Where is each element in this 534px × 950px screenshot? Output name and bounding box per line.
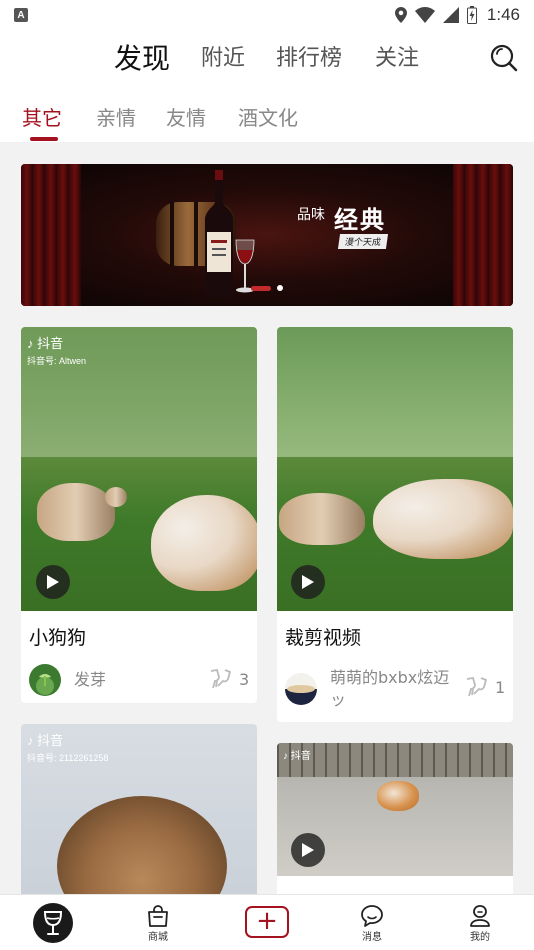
nav-home[interactable]: [33, 903, 73, 943]
douyin-watermark: ♪ 抖音: [283, 751, 311, 762]
avatar[interactable]: [29, 664, 61, 696]
subtab-friendship[interactable]: 友情: [166, 102, 206, 131]
status-bar: A 1:46: [0, 0, 534, 30]
play-button[interactable]: [291, 833, 325, 867]
nav-profile[interactable]: 我的: [440, 895, 520, 950]
pager-dot: [277, 285, 283, 291]
video-card[interactable]: ♪ 抖音 抖音号: 2112261258: [21, 724, 257, 904]
puppy-figure: [57, 796, 227, 904]
notification-badge: A: [14, 8, 28, 22]
nav-profile-label: 我的: [470, 931, 490, 943]
nav-create[interactable]: +: [245, 906, 289, 938]
douyin-watermark: ♪ 抖音 抖音号: 2112261258: [27, 733, 109, 763]
video-card[interactable]: 裁剪视频 萌萌的bxbx炫迈ッ 1: [277, 327, 513, 722]
plus-icon: +: [256, 906, 278, 936]
search-icon[interactable]: [488, 42, 520, 74]
profile-icon: [470, 904, 490, 927]
goat-figure: [37, 483, 115, 541]
play-button[interactable]: [291, 565, 325, 599]
location-icon: [394, 7, 407, 23]
video-thumbnail[interactable]: ♪ 抖音 抖音号: Altwen: [21, 327, 257, 611]
video-thumbnail[interactable]: ♪ 抖音: [277, 743, 513, 876]
subtab-other[interactable]: 其它: [22, 102, 62, 131]
chat-bubble-icon: [361, 904, 383, 927]
play-icon: [302, 575, 314, 589]
tiktok-logo-icon: ♪: [283, 751, 288, 762]
active-tab-indicator: [30, 137, 58, 141]
status-icons: 1:46: [394, 5, 520, 25]
battery-icon: [466, 6, 477, 24]
goat-figure: [279, 493, 365, 545]
cheers-icon: [210, 669, 231, 689]
curtain-right: [453, 164, 513, 306]
shopping-bag-icon: [148, 904, 168, 927]
tab-nearby[interactable]: 附近: [201, 40, 245, 72]
video-card[interactable]: ♪ 抖音 抖音号: Altwen 小狗狗 发芽 3: [21, 327, 257, 703]
banner-headline: 经典: [334, 206, 386, 234]
cheers-icon: [466, 677, 487, 697]
subtab-family[interactable]: 亲情: [96, 102, 136, 131]
play-button[interactable]: [36, 565, 70, 599]
discover-screen: A 1:46 发现 附近 排行榜 关注 其它 亲情 友情 酒文化 品味 经典 漫…: [0, 0, 534, 950]
wine-bottle-image: [205, 170, 233, 298]
top-nav: 发现 附近 排行榜 关注: [0, 30, 534, 90]
banner-pager: [251, 285, 283, 291]
tab-discover[interactable]: 发现: [114, 37, 170, 77]
subtab-wine-culture[interactable]: 酒文化: [238, 102, 298, 131]
wine-glass-icon: [43, 911, 63, 935]
dog-figure: [373, 479, 513, 559]
nav-shop[interactable]: 商城: [118, 895, 198, 950]
tiktok-logo-icon: ♪: [27, 733, 34, 748]
douyin-watermark: ♪ 抖音 抖音号: Altwen: [27, 336, 87, 366]
card-title: 小狗狗: [29, 627, 87, 649]
nav-messages[interactable]: 消息: [332, 895, 412, 950]
video-thumbnail[interactable]: ♪ 抖音 抖音号: 2112261258: [21, 724, 257, 904]
play-icon: [47, 575, 59, 589]
category-tabs: 其它 亲情 友情 酒文化: [0, 90, 534, 142]
signal-icon: [442, 7, 459, 23]
banner-slogan: 漫个天成: [337, 234, 389, 249]
clock: 1:46: [486, 5, 520, 24]
play-icon: [302, 843, 314, 857]
tab-ranking[interactable]: 排行榜: [276, 40, 342, 72]
video-thumbnail[interactable]: [277, 327, 513, 611]
nav-shop-label: 商城: [148, 931, 168, 943]
card-title: 裁剪视频: [285, 627, 362, 649]
nav-messages-label: 消息: [362, 931, 382, 943]
bottom-nav: 商城 + 消息 我的: [0, 894, 534, 950]
like-count[interactable]: 3: [209, 669, 249, 689]
video-card[interactable]: ♪ 抖音: [277, 743, 513, 913]
author-name[interactable]: 萌萌的bxbx炫迈ッ: [330, 667, 460, 711]
tab-following[interactable]: 关注: [375, 40, 419, 72]
avatar[interactable]: [285, 673, 317, 705]
fence: [277, 743, 513, 777]
tiktok-logo-icon: ♪: [27, 336, 34, 351]
wifi-icon: [414, 7, 435, 23]
promo-banner[interactable]: 品味 经典 漫个天成: [21, 164, 513, 306]
corgi-figure: [377, 781, 419, 811]
dog-figure: [151, 495, 257, 591]
curtain-left: [21, 164, 81, 306]
author-name[interactable]: 发芽: [74, 669, 106, 691]
pager-dot-active: [251, 285, 271, 291]
like-count[interactable]: 1: [465, 677, 505, 697]
banner-headline-prefix: 品味: [297, 207, 325, 223]
